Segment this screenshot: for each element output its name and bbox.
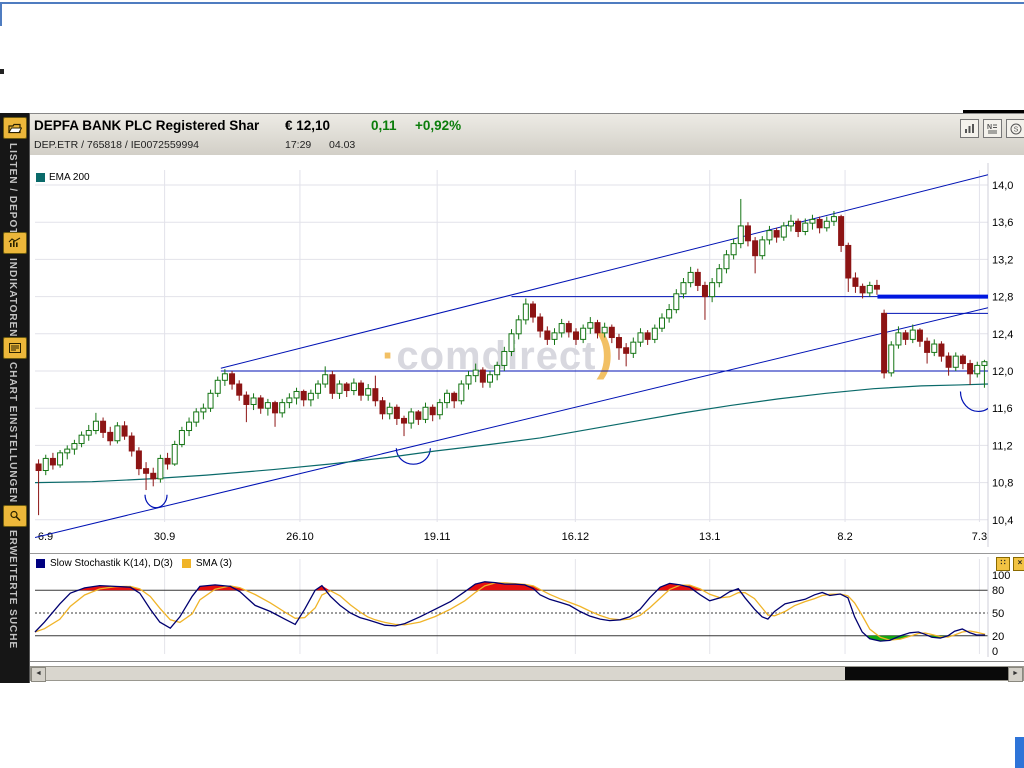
stoch-sma-legend-label: SMA (3) bbox=[196, 558, 232, 569]
magnifier-icon bbox=[9, 510, 22, 522]
chart-settings-icon bbox=[8, 342, 22, 354]
quote-header: DEPFA BANK PLC Registered Shar € 12,10 0… bbox=[29, 113, 1024, 156]
sidebar-item-indikatoren-button[interactable] bbox=[3, 232, 27, 254]
svg-text:10,8: 10,8 bbox=[992, 478, 1013, 490]
folder-icon bbox=[8, 123, 22, 134]
stoch-k-legend-label: Slow Stochastik K(14), D(3) bbox=[50, 558, 173, 569]
stoch-sma-legend-swatch bbox=[182, 559, 191, 568]
scroll-left-button[interactable]: ◄ bbox=[31, 667, 46, 682]
main-chart[interactable]: 14,0 13,6 13,2 12,8 12,4 12,0 11,6 11,2 10,8 10,4… bbox=[30, 155, 1024, 555]
sidebar-item-erweiterte-suche[interactable]: ERWEITERTE SUCHE bbox=[7, 530, 18, 649]
svg-text:100: 100 bbox=[992, 570, 1010, 582]
svg-text:8.2: 8.2 bbox=[837, 531, 852, 543]
svg-text:7.3: 7.3 bbox=[972, 531, 987, 543]
chart-type-button[interactable] bbox=[960, 119, 979, 138]
svg-text:12,8: 12,8 bbox=[992, 292, 1013, 304]
screen: DEPFA BANK PLC Registered Shar € 12,10 0… bbox=[0, 0, 1024, 768]
top-left-edge bbox=[0, 2, 2, 26]
svg-text:0: 0 bbox=[992, 646, 998, 658]
stray-mark bbox=[0, 69, 4, 74]
ema-legend: EMA 200 bbox=[36, 172, 90, 183]
svg-text:16.12: 16.12 bbox=[562, 531, 590, 543]
svg-text:13,2: 13,2 bbox=[992, 254, 1013, 266]
svg-text:N: N bbox=[987, 124, 992, 131]
quote-circle-icon: S bbox=[1010, 123, 1022, 135]
sidebar-item-listen-depot[interactable]: LISTEN / DEPOT bbox=[7, 143, 18, 235]
scroll-right-button[interactable]: ► bbox=[1008, 667, 1023, 682]
stock-symbol-line: DEP.ETR / 765818 / IE0072559994 bbox=[34, 139, 199, 151]
quote-date: 04.03 bbox=[329, 139, 355, 151]
stoch-close-button[interactable]: × bbox=[1013, 557, 1024, 571]
svg-text:6.9: 6.9 bbox=[38, 531, 53, 543]
svg-text:30.9: 30.9 bbox=[154, 531, 175, 543]
svg-text:S: S bbox=[1013, 126, 1018, 133]
stock-change-pct: +0,92% bbox=[415, 118, 461, 133]
sidebar-item-erweiterte-suche-button[interactable] bbox=[3, 505, 27, 527]
svg-text:10,4: 10,4 bbox=[992, 515, 1013, 527]
scroll-thumb[interactable] bbox=[845, 667, 1011, 680]
svg-text:12,4: 12,4 bbox=[992, 329, 1013, 341]
stock-price: € 12,10 bbox=[285, 118, 330, 133]
stock-title: DEPFA BANK PLC Registered Shar bbox=[34, 118, 259, 133]
svg-text:13,6: 13,6 bbox=[992, 217, 1013, 229]
svg-text:11,2: 11,2 bbox=[992, 440, 1013, 452]
stoch-button-group: ∷ × bbox=[996, 557, 1024, 571]
svg-text:19.11: 19.11 bbox=[424, 531, 451, 543]
sidebar-item-indikatoren[interactable]: INDIKATOREN bbox=[7, 258, 18, 338]
svg-text:12,0: 12,0 bbox=[992, 366, 1013, 378]
quote-button[interactable]: S bbox=[1006, 119, 1024, 138]
quote-time: 17:29 bbox=[285, 139, 311, 151]
ema-legend-swatch bbox=[36, 173, 45, 182]
panel-divider bbox=[30, 553, 1024, 554]
stochastic-chart-canvas[interactable]: 100 80 50 20 0 bbox=[30, 555, 1024, 661]
svg-text:80: 80 bbox=[992, 585, 1004, 597]
stoch-settings-button[interactable]: ∷ bbox=[996, 557, 1010, 571]
panel-bottom-border bbox=[30, 661, 1024, 662]
sidebar-item-chart-einstellungen-button[interactable] bbox=[3, 337, 27, 359]
indicators-icon bbox=[8, 237, 22, 249]
news-icon: N bbox=[987, 123, 998, 134]
svg-text:14,0: 14,0 bbox=[992, 180, 1013, 192]
news-button[interactable]: N bbox=[983, 119, 1002, 138]
svg-text:11,6: 11,6 bbox=[992, 403, 1013, 415]
ema-legend-label: EMA 200 bbox=[49, 172, 90, 183]
header-icon-bar: N S bbox=[960, 119, 1024, 138]
svg-text:20: 20 bbox=[992, 631, 1004, 643]
bottom-right-edge bbox=[1015, 737, 1024, 768]
sidebar-item-chart-einstellungen[interactable]: CHART EINSTELLUNGEN bbox=[7, 362, 18, 503]
candlestick-chart-canvas[interactable]: 14,0 13,6 13,2 12,8 12,4 12,0 11,6 11,2 10,8 10,4… bbox=[30, 155, 1024, 555]
svg-text:26.10: 26.10 bbox=[286, 531, 314, 543]
bar-chart-icon bbox=[964, 123, 975, 134]
stock-change-abs: 0,11 bbox=[371, 118, 397, 133]
sidebar-item-listen-depot-button[interactable] bbox=[3, 117, 27, 139]
sidebar: LISTEN / DEPOT INDIKATOREN CHART EINSTEL… bbox=[0, 113, 30, 683]
svg-text:50: 50 bbox=[992, 608, 1004, 620]
stoch-k-legend-swatch bbox=[36, 559, 45, 568]
stochastic-legend: Slow Stochastik K(14), D(3) SMA (3) bbox=[36, 558, 232, 569]
h-scrollbar[interactable]: ◄ ► bbox=[30, 666, 1024, 681]
svg-text:13.1: 13.1 bbox=[699, 531, 720, 543]
top-border-line bbox=[0, 2, 1024, 4]
stochastic-panel[interactable]: 100 80 50 20 0 bbox=[30, 555, 1024, 661]
